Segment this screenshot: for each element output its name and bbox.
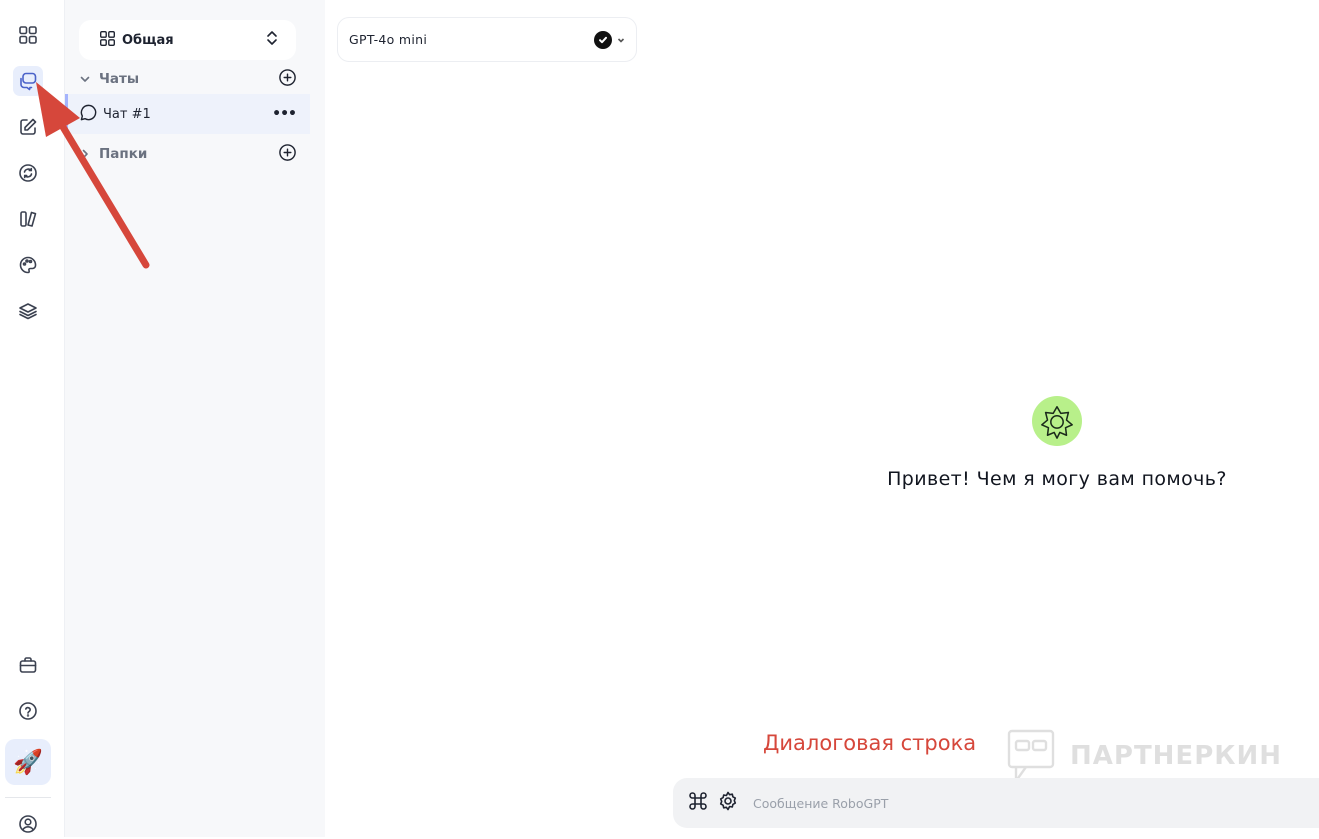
chat-bubble-icon [79, 103, 98, 126]
folders-section-label: Папки [99, 146, 148, 162]
greeting-text: Привет! Чем я могу вам помочь? [887, 468, 1227, 490]
message-input[interactable] [753, 795, 1253, 811]
rocket-button[interactable]: 🚀 [5, 739, 51, 785]
briefcase-icon[interactable] [13, 650, 43, 680]
folders-section-header[interactable]: Папки [79, 143, 297, 165]
icon-rail: 🚀 [0, 0, 65, 837]
chat-item-label: Чат #1 [103, 106, 151, 122]
chats-section-header[interactable]: Чаты [79, 68, 297, 90]
rocket-icon: 🚀 [13, 748, 43, 776]
model-selector[interactable]: GPT-4o mini [337, 17, 637, 62]
palette-icon[interactable] [13, 250, 43, 280]
layers-icon[interactable] [13, 296, 43, 326]
check-circle-icon [594, 30, 612, 49]
flower-logo-icon [1041, 405, 1073, 439]
watermark-text: ПАРТНЕРКИН [1070, 741, 1283, 771]
settings-gear-icon[interactable] [717, 790, 739, 816]
workspace-selector[interactable]: Общая [79, 20, 296, 60]
message-composer [673, 778, 1319, 828]
rail-divider [5, 797, 51, 798]
add-folder-icon[interactable] [278, 143, 297, 166]
chevron-down-icon[interactable] [79, 70, 91, 89]
partnerkin-watermark: ПАРТНЕРКИН [1006, 728, 1282, 784]
add-chat-icon[interactable] [278, 68, 297, 91]
apps-grid-icon[interactable] [13, 20, 43, 50]
robogpt-logo [1032, 396, 1082, 446]
model-name: GPT-4o mini [349, 32, 428, 47]
chats-panel: Общая Чаты Чат #1 ••• Папки [65, 0, 325, 837]
workspace-grid-icon [99, 30, 116, 51]
chevron-right-icon[interactable] [79, 145, 91, 164]
watermark-logo-icon [1007, 729, 1055, 784]
chevron-down-icon [612, 30, 626, 49]
more-options-icon[interactable]: ••• [272, 106, 297, 122]
updown-chevron-icon [264, 30, 280, 50]
chats-section-label: Чаты [99, 71, 140, 87]
sync-icon[interactable] [13, 158, 43, 188]
help-icon[interactable] [13, 696, 43, 726]
workspace-label: Общая [122, 32, 174, 48]
profile-icon[interactable] [13, 809, 43, 839]
command-icon[interactable] [687, 790, 709, 816]
chats-icon[interactable] [13, 66, 43, 96]
library-icon[interactable] [13, 204, 43, 234]
annotation-label: Диалоговая строка [763, 731, 977, 755]
edit-icon[interactable] [13, 112, 43, 142]
chat-list-item[interactable]: Чат #1 ••• [65, 94, 310, 134]
